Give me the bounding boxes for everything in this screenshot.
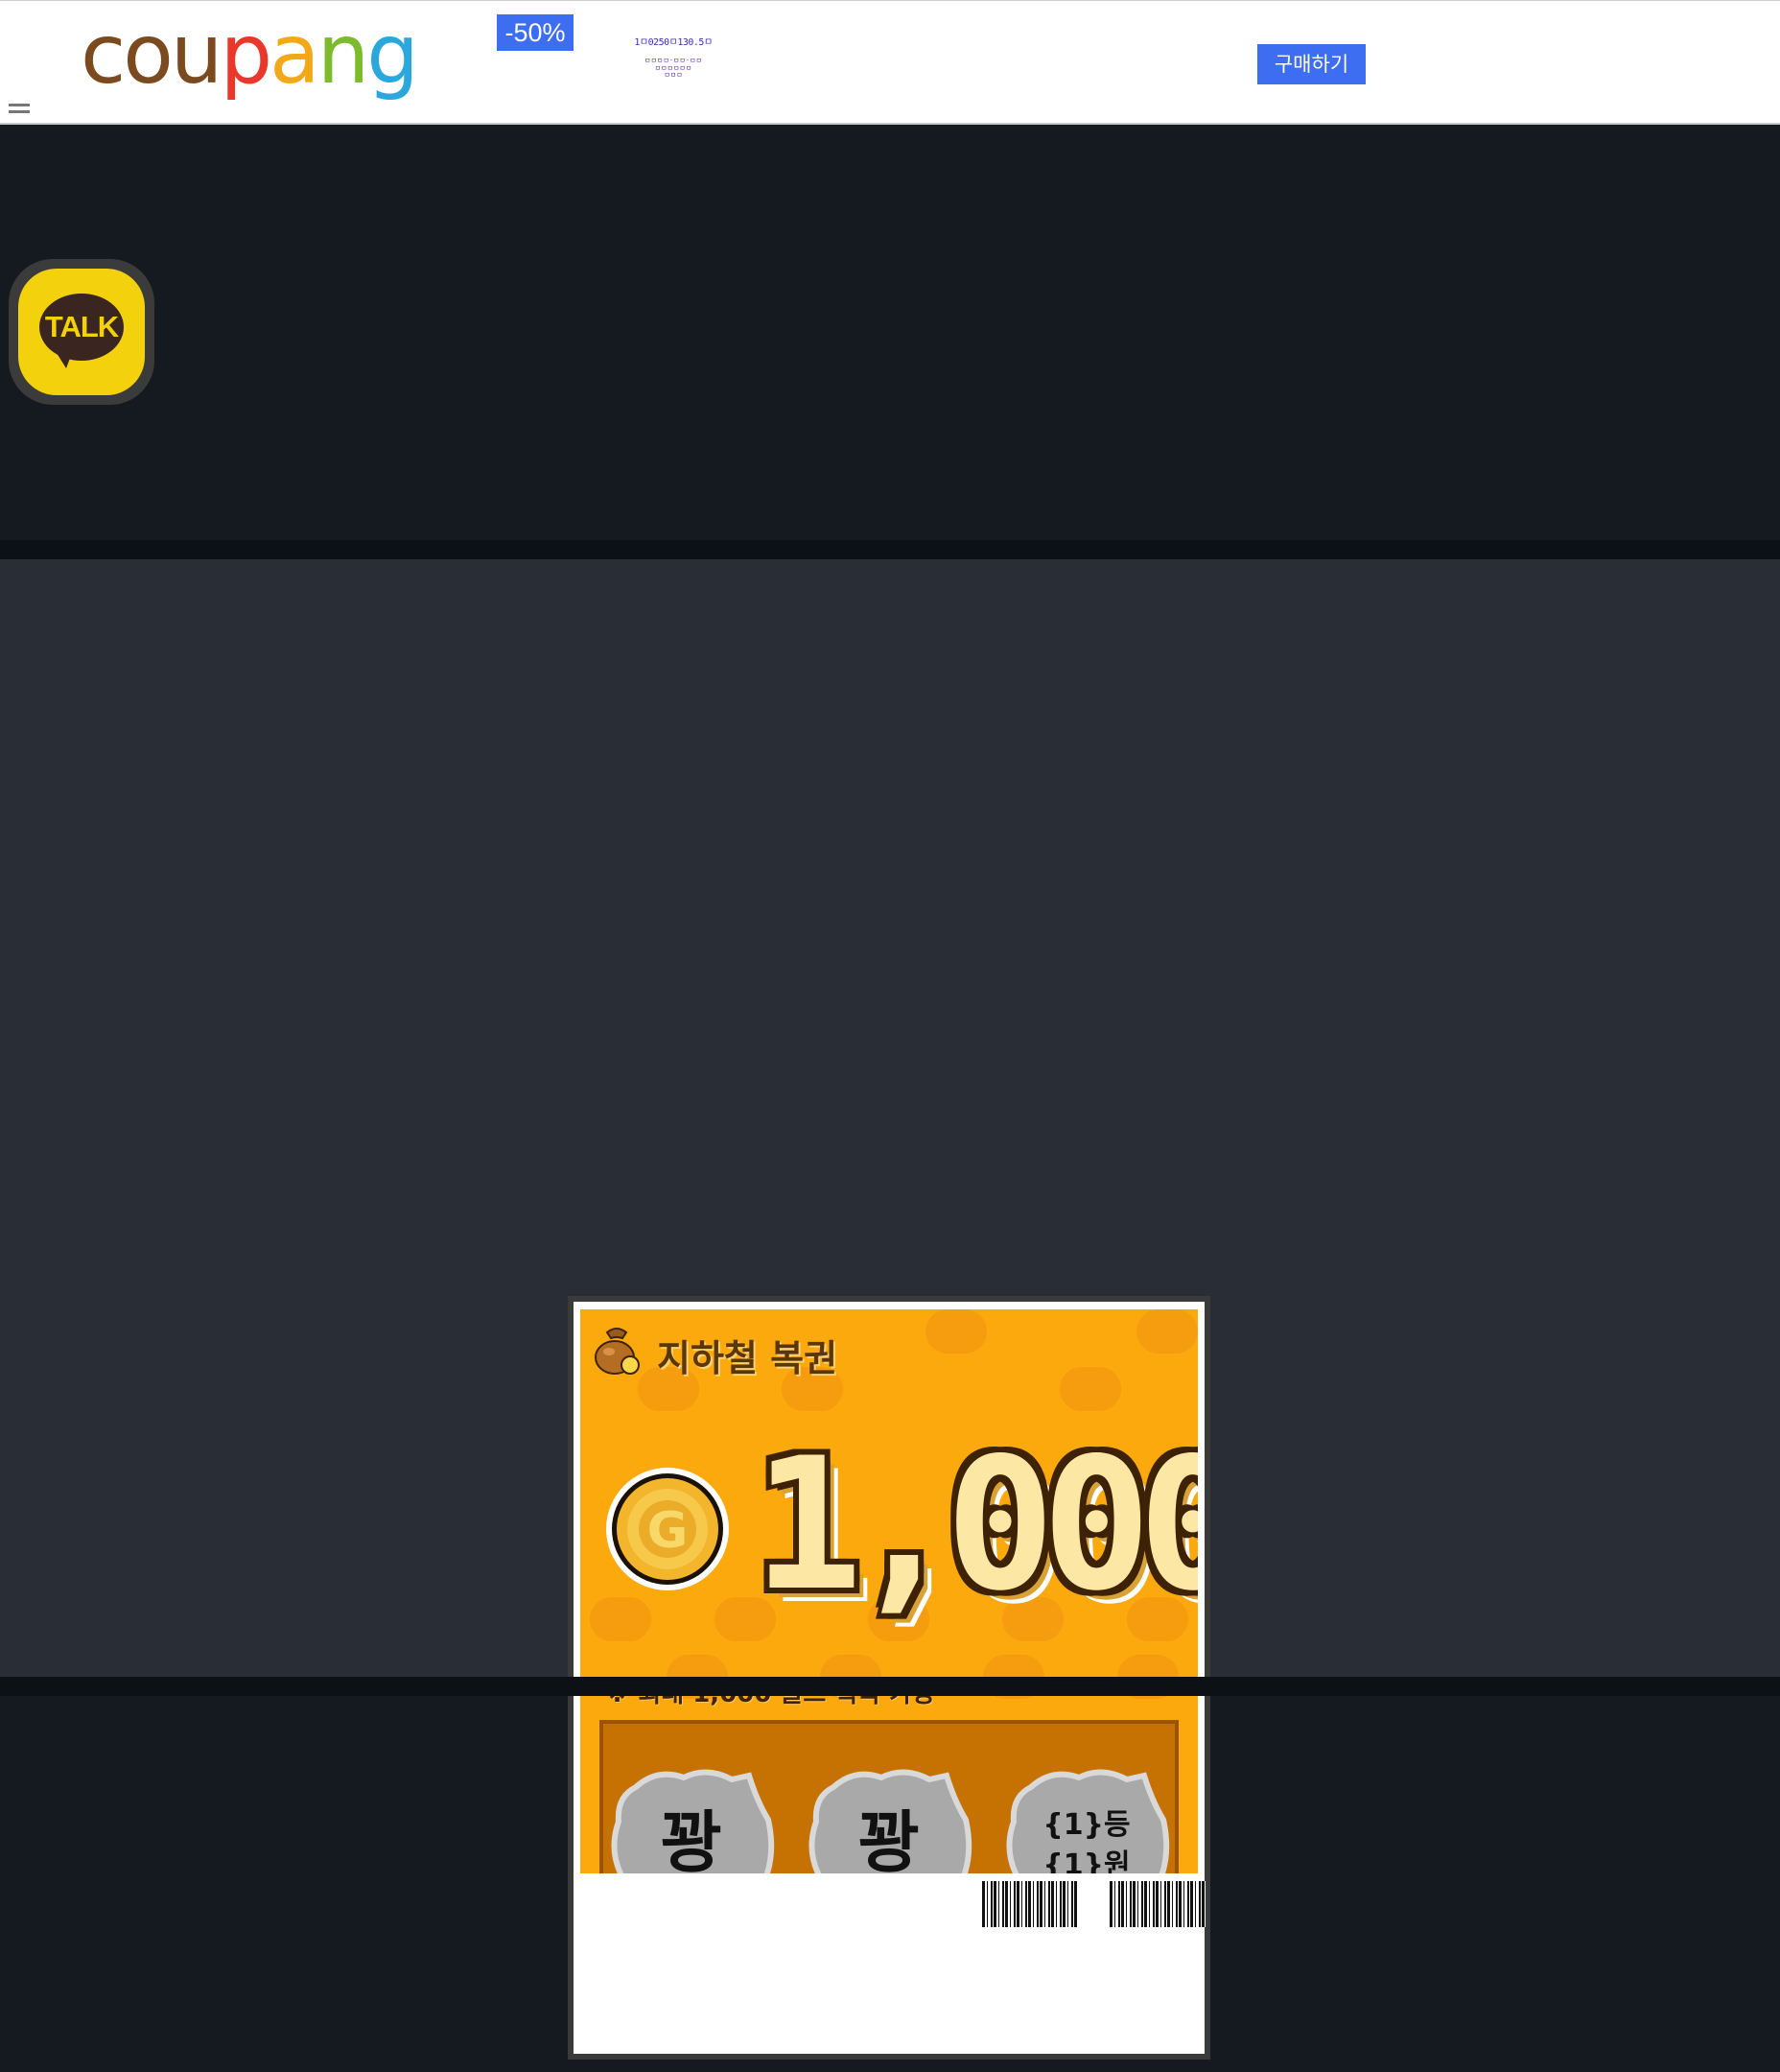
buy-button[interactable]: 구매하기 bbox=[1257, 44, 1366, 84]
logo-letter: n bbox=[316, 7, 369, 103]
stage-divider-top bbox=[0, 540, 1780, 559]
money-bag-icon bbox=[595, 1328, 640, 1375]
scratch-result: {1}등 bbox=[1042, 1808, 1131, 1842]
logo-letter: u bbox=[170, 7, 222, 103]
scratch-cell[interactable]: 꽝 bbox=[607, 1762, 776, 1873]
scratch-cell[interactable]: 꽝 bbox=[805, 1762, 973, 1873]
scratch-result: {1}원 bbox=[1042, 1848, 1131, 1873]
paw-pattern bbox=[1136, 1309, 1198, 1354]
logo-letter: p bbox=[220, 7, 272, 103]
barcode-strip bbox=[580, 1873, 1206, 2046]
ticket-face: 지하철 복권 G 1,000 ※ 최대 1,000 골드 획득 가능 꽝 bbox=[580, 1309, 1198, 1873]
coupang-logo[interactable]: coupang bbox=[81, 7, 419, 103]
kakaotalk-icon: TALK bbox=[18, 269, 145, 395]
paw-pattern bbox=[1060, 1367, 1121, 1411]
product-thumbnail[interactable]: 1ㅁ0250ㅁ130.5ㅁ ㅁㅁㅁㅁ·ㅁㅁ·ㅁㅁ ㅁㅁㅁㅁㅁㅁ ㅁㅁㅁ bbox=[625, 37, 721, 93]
ticket-title: 지하철 복권 bbox=[657, 1337, 838, 1379]
logo-letter: o bbox=[123, 7, 174, 103]
discount-badge: -50% bbox=[497, 14, 574, 51]
barcode-icon bbox=[982, 1881, 1078, 1927]
svg-text:G: G bbox=[647, 1502, 689, 1560]
prize-amount: 1,000 bbox=[753, 1419, 1198, 1631]
game-stage[interactable]: 지하철 복권 G 1,000 ※ 최대 1,000 골드 획득 가능 꽝 bbox=[0, 559, 1780, 2060]
scratch-result: 꽝 bbox=[857, 1803, 921, 1873]
stage-divider-bottom bbox=[0, 1677, 1780, 1696]
ad-banner[interactable]: coupang -50% 1ㅁ0250ㅁ130.5ㅁ ㅁㅁㅁㅁ·ㅁㅁ·ㅁㅁ ㅁㅁ… bbox=[0, 0, 1780, 125]
kakaotalk-button[interactable]: TALK bbox=[9, 259, 154, 405]
scratch-area[interactable]: 꽝 꽝 {1}등 {1}원 bbox=[599, 1720, 1179, 1873]
thumbnail-text: 1ㅁ0250ㅁ130.5ㅁ bbox=[634, 37, 713, 48]
hamburger-icon[interactable] bbox=[9, 104, 30, 117]
gold-coin-icon: G bbox=[606, 1468, 729, 1590]
barcode-icon bbox=[1110, 1881, 1206, 1927]
logo-letter: g bbox=[366, 7, 419, 103]
logo-letter: c bbox=[81, 7, 126, 103]
paw-pattern bbox=[590, 1597, 651, 1641]
thumbnail-text: ㅁㅁㅁ bbox=[664, 71, 683, 80]
scratch-cell[interactable]: {1}등 {1}원 bbox=[1002, 1762, 1171, 1873]
talk-label: TALK bbox=[44, 310, 119, 343]
scratch-result: 꽝 bbox=[660, 1803, 723, 1873]
paw-pattern bbox=[925, 1309, 987, 1354]
logo-letter: a bbox=[269, 7, 320, 103]
